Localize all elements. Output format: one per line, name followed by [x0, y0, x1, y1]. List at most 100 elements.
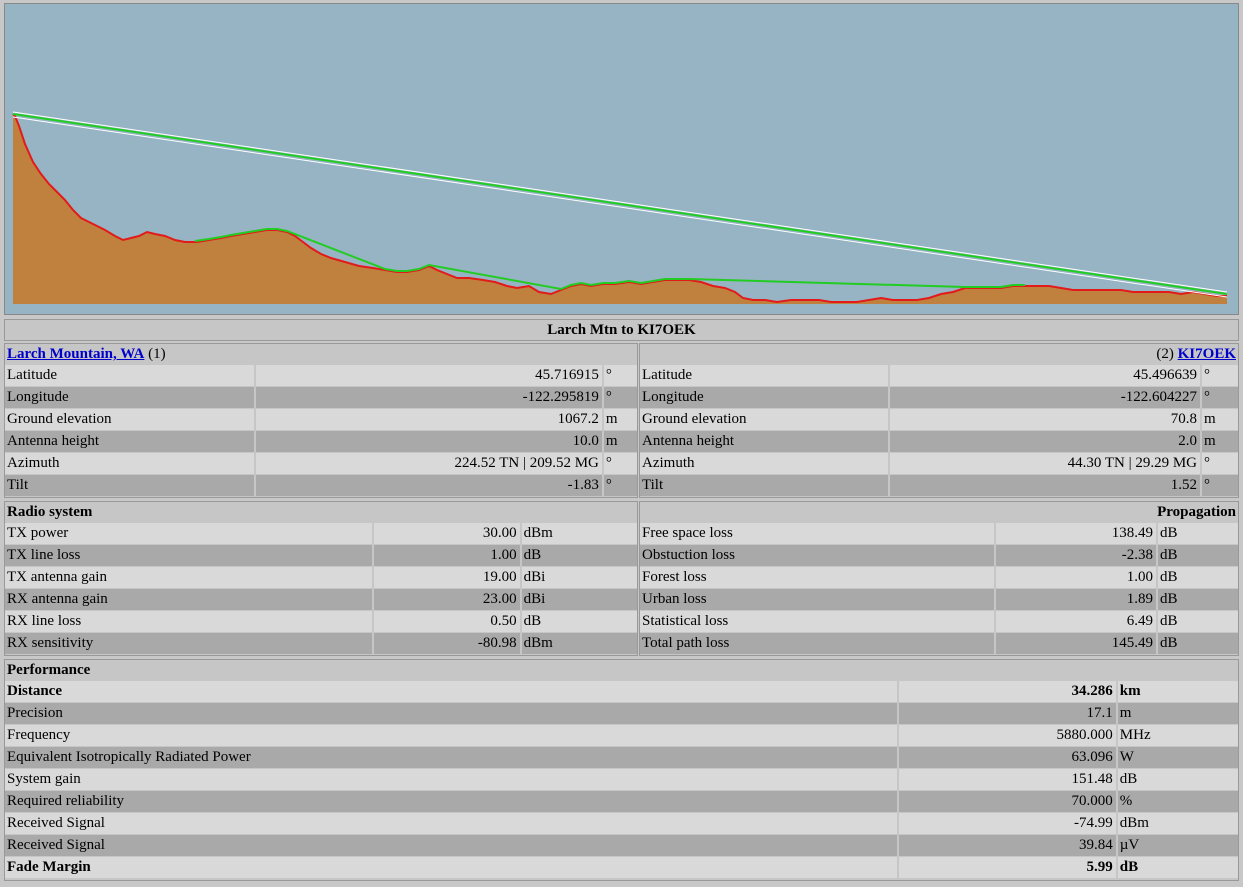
radio-row: TX line loss 1.00 dB [5, 544, 637, 566]
site2-value: 70.8 [890, 408, 1200, 430]
site1-label: Antenna height [5, 430, 256, 452]
site1-table: Latitude 45.716915 ° Longitude -122.295819 ° G… [5, 364, 637, 496]
performance-unit: MHz [1115, 724, 1238, 746]
propagation-row: Obstuction loss -2.38 dB [640, 544, 1238, 566]
propagation-value: -2.38 [996, 544, 1156, 566]
site1-row: Latitude 45.716915 ° [5, 364, 637, 386]
site2-row: Antenna height 2.0 m [640, 430, 1238, 452]
radio-unit: dBi [519, 588, 637, 610]
site2-value: 2.0 [890, 430, 1200, 452]
radio-unit: dBi [519, 566, 637, 588]
site1-label: Ground elevation [5, 408, 256, 430]
propagation-label: Total path loss [640, 632, 996, 654]
radio-value: 19.00 [374, 566, 520, 588]
site1-link[interactable]: Larch Mountain, WA [7, 346, 144, 362]
propagation-unit: dB [1156, 632, 1238, 654]
performance-row: Precision 17.1 m [5, 702, 1238, 724]
performance-panel: Performance Distance 34.286 km Precision 17.… [4, 659, 1239, 881]
performance-label: Precision [5, 702, 900, 724]
site2-row: Longitude -122.604227 ° [640, 386, 1238, 408]
site1-label: Latitude [5, 364, 256, 386]
site1-unit: ° [601, 364, 637, 386]
propagation-value: 1.00 [996, 566, 1156, 588]
site1-row: Longitude -122.295819 ° [5, 386, 637, 408]
radio-row: TX antenna gain 19.00 dBi [5, 566, 637, 588]
radio-label: RX line loss [5, 610, 375, 632]
performance-row: Equivalent Isotropically Radiated Power 6… [5, 746, 1238, 768]
performance-value: 70.000 [899, 790, 1116, 812]
site1-index: (1) [148, 346, 166, 362]
site1-label: Longitude [5, 386, 256, 408]
site2-label: Azimuth [640, 452, 890, 474]
site2-unit: ° [1200, 364, 1238, 386]
site2-label: Antenna height [640, 430, 890, 452]
site2-header: (2) KI7OEK [640, 344, 1238, 364]
site1-row: Ground elevation 1067.2 m [5, 408, 637, 430]
site2-value: 44.30 TN | 29.29 MG [890, 452, 1200, 474]
site2-row: Latitude 45.496639 ° [640, 364, 1238, 386]
radio-label: TX antenna gain [5, 566, 375, 588]
site1-value: 224.52 TN | 209.52 MG [255, 452, 602, 474]
performance-label: Fade Margin [5, 856, 900, 878]
performance-unit: dB [1115, 768, 1238, 790]
propagation-label: Statistical loss [640, 610, 996, 632]
radio-value: 1.00 [374, 544, 520, 566]
performance-label: Received Signal [5, 812, 900, 834]
radio-unit: dBm [519, 632, 637, 654]
performance-value: 39.84 [899, 834, 1116, 856]
performance-unit: km [1115, 680, 1238, 702]
performance-unit: % [1115, 790, 1238, 812]
site2-value: -122.604227 [890, 386, 1200, 408]
site2-index: (2) [1156, 346, 1174, 362]
site1-unit: ° [601, 474, 637, 496]
link-title: Larch Mtn to KI7OEK [4, 319, 1239, 341]
radio-row: RX line loss 0.50 dB [5, 610, 637, 632]
performance-label: Received Signal [5, 834, 900, 856]
performance-table: Distance 34.286 km Precision 17.1 m Frequency 5… [5, 680, 1238, 878]
site2-unit: ° [1200, 386, 1238, 408]
performance-unit: µV [1115, 834, 1238, 856]
site1-value: 45.716915 [255, 364, 602, 386]
performance-row: Received Signal -74.99 dBm [5, 812, 1238, 834]
site1-header: Larch Mountain, WA (1) [5, 344, 637, 364]
site2-unit: m [1200, 430, 1238, 452]
radio-value: -80.98 [374, 632, 520, 654]
propagation-row: Free space loss 138.49 dB [640, 522, 1238, 544]
site2-label: Longitude [640, 386, 890, 408]
site2-table: Latitude 45.496639 ° Longitude -122.604227 ° G… [640, 364, 1238, 496]
propagation-label: Free space loss [640, 522, 996, 544]
site1-label: Azimuth [5, 452, 256, 474]
performance-header: Performance [7, 662, 91, 678]
performance-label: Required reliability [5, 790, 900, 812]
site1-unit: ° [601, 452, 637, 474]
site1-row: Azimuth 224.52 TN | 209.52 MG ° [5, 452, 637, 474]
propagation-value: 145.49 [996, 632, 1156, 654]
performance-unit: dBm [1115, 812, 1238, 834]
radio-unit: dB [519, 544, 637, 566]
propagation-unit: dB [1156, 610, 1238, 632]
performance-row: Fade Margin 5.99 dB [5, 856, 1238, 878]
performance-label: Frequency [5, 724, 900, 746]
performance-row: Distance 34.286 km [5, 680, 1238, 702]
site2-label: Latitude [640, 364, 890, 386]
site2-value: 45.496639 [890, 364, 1200, 386]
profile-svg [5, 4, 1238, 314]
radio-unit: dBm [519, 522, 637, 544]
propagation-label: Forest loss [640, 566, 996, 588]
radio-value: 30.00 [374, 522, 520, 544]
radio-unit: dB [519, 610, 637, 632]
site1-unit: m [601, 430, 637, 452]
propagation-value: 138.49 [996, 522, 1156, 544]
propagation-header: Propagation [1157, 504, 1236, 520]
site2-label: Ground elevation [640, 408, 890, 430]
site2-label: Tilt [640, 474, 890, 496]
performance-value: 5880.000 [899, 724, 1116, 746]
propagation-row: Urban loss 1.89 dB [640, 588, 1238, 610]
site1-value: 10.0 [255, 430, 602, 452]
radio-row: TX power 30.00 dBm [5, 522, 637, 544]
site2-link[interactable]: KI7OEK [1178, 346, 1236, 362]
site1-row: Antenna height 10.0 m [5, 430, 637, 452]
site2-value: 1.52 [890, 474, 1200, 496]
performance-value: 34.286 [899, 680, 1116, 702]
propagation-label: Urban loss [640, 588, 996, 610]
